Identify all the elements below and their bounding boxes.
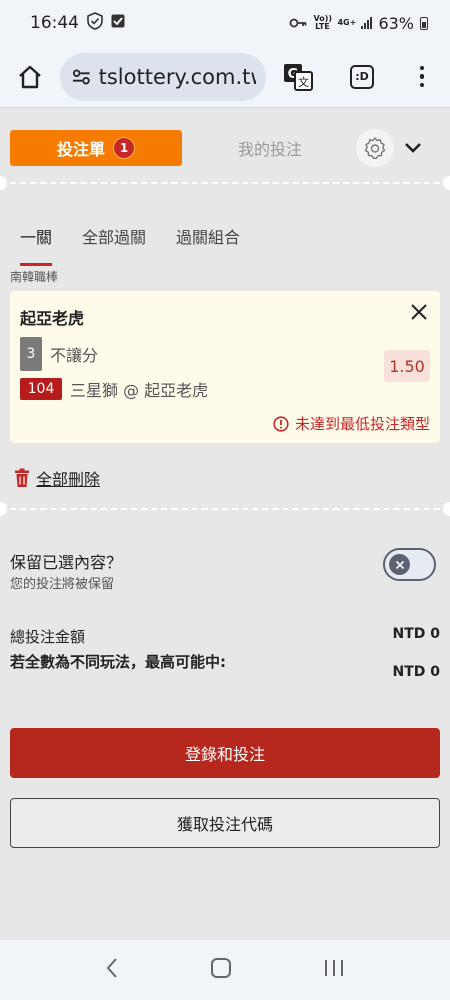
bet-selection-title: 起亞老虎 [20, 309, 85, 328]
max-payout-label: 若全數為不同玩法，最高可能中: [10, 653, 227, 671]
url-text: tslottery.com.tw [98, 64, 256, 89]
market-code-badge: 3 [20, 337, 42, 371]
divider [0, 182, 450, 184]
alert-circle-icon [273, 415, 289, 432]
tabs-button[interactable]: :D [338, 64, 386, 89]
betslip-header: 投注單 1 我的投注 [0, 118, 450, 178]
match-name: 三星獅 @ 起亞老虎 [70, 381, 209, 400]
tab-switcher-icon: :D [350, 64, 374, 89]
delete-all-label: 全部刪除 [36, 470, 101, 489]
site-settings-icon[interactable] [72, 68, 91, 86]
translate-icon: G文 [284, 63, 313, 91]
system-nav-bar [0, 940, 450, 1000]
key-icon [289, 14, 307, 33]
match-code-badge: 104 [20, 378, 62, 400]
odds-value: 1.50 [384, 350, 430, 382]
settings-button[interactable] [356, 129, 395, 167]
league-name: 南韓職棒 [10, 270, 59, 284]
market-row: 3 不讓分 [20, 337, 98, 371]
back-button[interactable] [105, 957, 119, 983]
checkbox-notification-icon [111, 13, 125, 33]
battery-percent: 63% [378, 13, 414, 33]
total-stake-value: NTD 0 [392, 626, 440, 642]
status-time: 16:44 [30, 13, 79, 33]
divider-notch-left [0, 176, 7, 190]
tab-betslip[interactable]: 投注單 1 [10, 130, 182, 166]
remove-bet-button[interactable] [410, 303, 428, 325]
home-nav-button[interactable] [210, 957, 232, 983]
svg-text:文: 文 [298, 75, 309, 89]
betslip-count-badge: 1 [113, 137, 135, 159]
divider-notch-left [0, 502, 7, 516]
network-type: 4G+ [337, 18, 357, 27]
market-name: 不讓分 [50, 346, 99, 365]
warning-message: 未達到最低投注類型 [273, 413, 430, 434]
chevron-down-icon [405, 143, 421, 153]
volte-indicator: Vo)) LTE [313, 14, 332, 31]
close-icon [395, 560, 404, 569]
max-payout-value: NTD 0 [392, 664, 440, 680]
divider-notch-right [443, 502, 450, 516]
translate-button[interactable]: G文 [274, 63, 322, 91]
get-bet-code-button[interactable]: 獲取投注代碼 [10, 798, 440, 848]
tab-all-parlay[interactable]: 全部過關 [82, 224, 146, 258]
tab-parlay-combo[interactable]: 過關組合 [176, 224, 240, 258]
chevron-left-icon [106, 958, 118, 978]
divider-notch-right [443, 176, 450, 190]
keep-selections-subtitle: 您的投注將被保留 [10, 577, 115, 592]
trash-icon [15, 468, 29, 487]
delete-all-button[interactable]: 全部刪除 [14, 466, 100, 490]
keep-selections-toggle[interactable] [383, 548, 436, 581]
total-stake-label: 總投注金額 [10, 628, 86, 646]
close-icon [411, 304, 427, 320]
battery-icon [420, 16, 428, 30]
home-button[interactable] [0, 64, 60, 90]
collapse-button[interactable] [404, 142, 422, 154]
warning-text: 未達到最低投注類型 [294, 415, 430, 433]
tab-betslip-label: 投注單 [56, 140, 105, 159]
recents-button[interactable] [323, 958, 345, 982]
home-icon [19, 65, 41, 88]
browser-toolbar: tslottery.com.tw G文 :D [0, 46, 450, 108]
more-vert-icon [419, 65, 425, 88]
bet-card: 起亞老虎 3 不讓分 104 三星獅 @ 起亞老虎 1.50 未達到最低投注類型 [10, 291, 440, 443]
bet-type-tabs: 一關 全部過關 過關組合 [20, 224, 240, 266]
recents-icon [324, 960, 343, 976]
signal-icon [361, 17, 373, 29]
divider [0, 508, 450, 510]
toggle-knob [389, 554, 410, 575]
keep-selections-title: 保留已選內容？ [10, 553, 123, 572]
home-square-icon [210, 958, 231, 978]
gear-icon [364, 137, 386, 159]
status-bar: 16:44 Vo)) LTE 4G+ 63% [0, 0, 450, 46]
shield-check-icon [87, 11, 103, 35]
tab-single[interactable]: 一關 [20, 224, 53, 266]
match-row: 104 三星獅 @ 起亞老虎 [20, 377, 208, 401]
address-bar[interactable]: tslottery.com.tw [60, 52, 266, 101]
tab-my-bets[interactable]: 我的投注 [238, 136, 302, 160]
overflow-menu-button[interactable] [398, 65, 446, 88]
login-and-bet-button[interactable]: 登錄和投注 [10, 728, 440, 778]
